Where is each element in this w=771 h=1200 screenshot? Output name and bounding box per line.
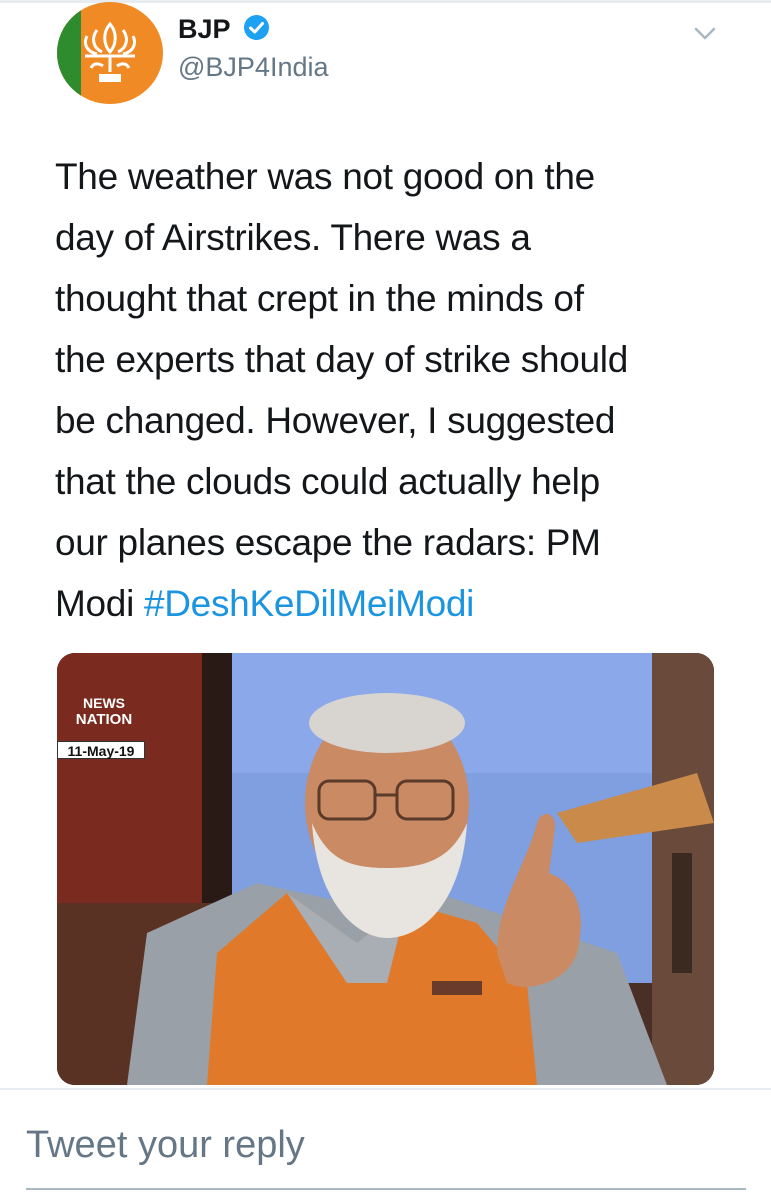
tweet-text-line: The weather was not good on the [55, 156, 595, 197]
tweet-text-line: that the clouds could actually help [55, 461, 600, 502]
tweet-media-image[interactable]: NEWS NATION 11-May-19 [57, 653, 714, 1085]
tweet-text-line: Modi [55, 583, 144, 624]
tweet-text-line: the experts that day of strike should [55, 339, 629, 380]
broadcast-date: 11-May-19 [57, 741, 145, 759]
author-handle[interactable]: @BJP4India [178, 50, 329, 84]
reply-divider [0, 1088, 771, 1090]
lotus-logo-icon [83, 21, 137, 82]
tweet-text-line: be changed. However, I suggested [55, 400, 616, 441]
tweet-text-line: our planes escape the radars: PM [55, 522, 601, 563]
avatar[interactable] [57, 2, 163, 104]
tweet-text: The weather was not good on the day of A… [55, 146, 725, 634]
media-scene [57, 653, 714, 1085]
verified-badge-icon [244, 15, 269, 40]
tweet-page: BJP @BJP4India The weather was not good … [0, 0, 771, 1200]
tweet-text-line: thought that crept in the minds of [55, 278, 584, 319]
tweet-text-line-last: Modi #DeshKeDilMeiModi [55, 573, 725, 634]
chevron-down-icon[interactable] [690, 24, 720, 44]
tweet-text-line: day of Airstrikes. There was a [55, 217, 531, 258]
channel-logo-line2: NATION [75, 711, 133, 728]
channel-logo-line1: NEWS [83, 695, 125, 711]
reply-input[interactable]: Tweet your reply [26, 1120, 726, 1170]
reply-input-underline [26, 1188, 746, 1190]
hashtag-link[interactable]: #DeshKeDilMeiModi [144, 583, 474, 624]
author-name[interactable]: BJP [178, 12, 231, 46]
